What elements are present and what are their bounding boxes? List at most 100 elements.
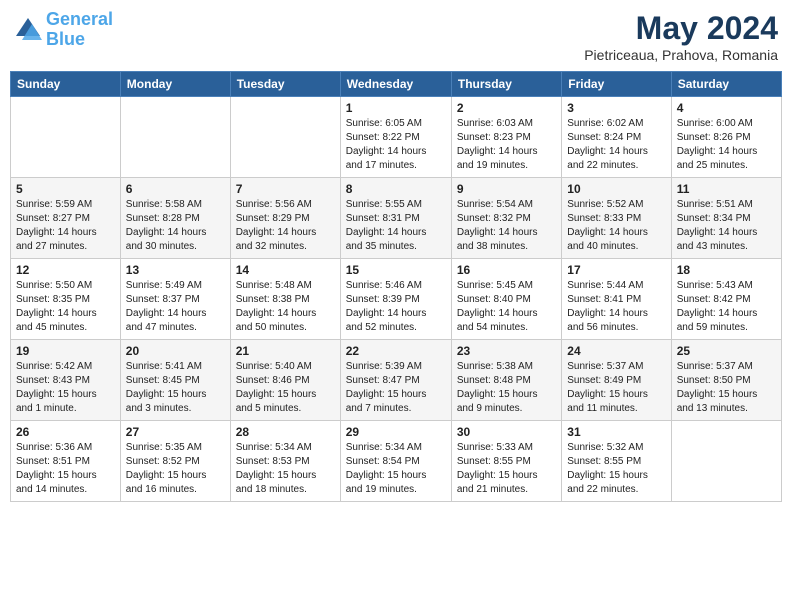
calendar-day-cell: 4Sunrise: 6:00 AM Sunset: 8:26 PM Daylig… [671, 97, 781, 178]
day-info: Sunrise: 5:45 AM Sunset: 8:40 PM Dayligh… [457, 279, 556, 335]
day-number: 14 [236, 263, 335, 277]
day-info: Sunrise: 5:40 AM Sunset: 8:46 PM Dayligh… [236, 360, 335, 416]
day-info: Sunrise: 5:43 AM Sunset: 8:42 PM Dayligh… [677, 279, 776, 335]
day-number: 26 [16, 425, 115, 439]
day-info: Sunrise: 5:46 AM Sunset: 8:39 PM Dayligh… [346, 279, 446, 335]
day-number: 27 [126, 425, 225, 439]
day-info: Sunrise: 5:58 AM Sunset: 8:28 PM Dayligh… [126, 198, 225, 254]
logo-text: General Blue [46, 10, 113, 50]
day-number: 29 [346, 425, 446, 439]
calendar-day-cell: 14 Sunrise: 5:48 AM Sunset: 8:38 PM Dayli… [230, 259, 340, 340]
day-info: Sunrise: 5:37 AM Sunset: 8:50 PM Dayligh… [677, 360, 776, 416]
day-number: 21 [236, 344, 335, 358]
logo-icon [14, 16, 42, 44]
calendar-day-cell: 11 Sunrise: 5:51 AM Sunset: 8:34 PM Dayli… [671, 178, 781, 259]
calendar-day-cell: 28 Sunrise: 5:34 AM Sunset: 8:53 PM Dayli… [230, 421, 340, 502]
day-info: Sunrise: 5:49 AM Sunset: 8:37 PM Dayligh… [126, 279, 225, 335]
logo: General Blue [14, 10, 113, 50]
day-number: 20 [126, 344, 225, 358]
calendar-week-3: 12Sunrise: 5:50 AM Sunset: 8:35 PM Dayli… [11, 259, 782, 340]
day-info: Sunrise: 5:48 AM Sunset: 8:38 PM Dayligh… [236, 279, 335, 335]
day-info: Sunrise: 5:50 AM Sunset: 8:35 PM Dayligh… [16, 279, 115, 335]
day-number: 30 [457, 425, 556, 439]
day-number: 6 [126, 182, 225, 196]
day-number: 22 [346, 344, 446, 358]
day-info: Sunrise: 5:42 AM Sunset: 8:43 PM Dayligh… [16, 360, 115, 416]
day-info: Sunrise: 5:59 AM Sunset: 8:27 PM Dayligh… [16, 198, 115, 254]
calendar-day-cell: 20 Sunrise: 5:41 AM Sunset: 8:45 PM Dayli… [120, 340, 230, 421]
day-number: 3 [567, 101, 665, 115]
day-number: 9 [457, 182, 556, 196]
day-number: 8 [346, 182, 446, 196]
calendar-body: 1 Sunrise: 6:05 AM Sunset: 8:22 PM Daylig… [11, 97, 782, 502]
weekday-header-sunday: Sunday [11, 72, 121, 97]
weekday-header-saturday: Saturday [671, 72, 781, 97]
calendar-day-cell: 5 Sunrise: 5:59 AM Sunset: 8:27 PM Daylig… [11, 178, 121, 259]
day-number: 25 [677, 344, 776, 358]
calendar-day-cell: 8 Sunrise: 5:55 AM Sunset: 8:31 PM Daylig… [340, 178, 451, 259]
day-info: Sunrise: 5:33 AM Sunset: 8:55 PM Dayligh… [457, 441, 556, 497]
calendar-day-cell: 7Sunrise: 5:56 AM Sunset: 8:29 PM Daylig… [230, 178, 340, 259]
calendar-day-cell: 24 Sunrise: 5:37 AM Sunset: 8:49 PM Dayli… [562, 340, 671, 421]
calendar-day-cell: 3 Sunrise: 6:02 AM Sunset: 8:24 PM Daylig… [562, 97, 671, 178]
weekday-header-tuesday: Tuesday [230, 72, 340, 97]
calendar-week-5: 26 Sunrise: 5:36 AM Sunset: 8:51 PM Dayli… [11, 421, 782, 502]
month-title: May 2024 [584, 10, 778, 47]
day-info: Sunrise: 6:05 AM Sunset: 8:22 PM Dayligh… [346, 117, 446, 173]
calendar-day-cell: 31Sunrise: 5:32 AM Sunset: 8:55 PM Dayli… [562, 421, 671, 502]
calendar-day-cell: 1 Sunrise: 6:05 AM Sunset: 8:22 PM Daylig… [340, 97, 451, 178]
day-info: Sunrise: 5:41 AM Sunset: 8:45 PM Dayligh… [126, 360, 225, 416]
day-info: Sunrise: 6:02 AM Sunset: 8:24 PM Dayligh… [567, 117, 665, 173]
day-number: 11 [677, 182, 776, 196]
day-number: 5 [16, 182, 115, 196]
day-info: Sunrise: 6:03 AM Sunset: 8:23 PM Dayligh… [457, 117, 556, 173]
calendar-table: SundayMondayTuesdayWednesdayThursdayFrid… [10, 71, 782, 502]
day-info: Sunrise: 5:39 AM Sunset: 8:47 PM Dayligh… [346, 360, 446, 416]
day-info: Sunrise: 5:36 AM Sunset: 8:51 PM Dayligh… [16, 441, 115, 497]
calendar-week-2: 5 Sunrise: 5:59 AM Sunset: 8:27 PM Daylig… [11, 178, 782, 259]
day-number: 28 [236, 425, 335, 439]
day-info: Sunrise: 5:38 AM Sunset: 8:48 PM Dayligh… [457, 360, 556, 416]
calendar-day-cell: 9 Sunrise: 5:54 AM Sunset: 8:32 PM Daylig… [451, 178, 561, 259]
day-info: Sunrise: 5:35 AM Sunset: 8:52 PM Dayligh… [126, 441, 225, 497]
calendar-day-cell: 21 Sunrise: 5:40 AM Sunset: 8:46 PM Dayli… [230, 340, 340, 421]
calendar-day-cell: 6 Sunrise: 5:58 AM Sunset: 8:28 PM Daylig… [120, 178, 230, 259]
calendar-day-cell [120, 97, 230, 178]
day-number: 19 [16, 344, 115, 358]
day-number: 18 [677, 263, 776, 277]
calendar-day-cell: 10Sunrise: 5:52 AM Sunset: 8:33 PM Dayli… [562, 178, 671, 259]
weekday-header-wednesday: Wednesday [340, 72, 451, 97]
day-info: Sunrise: 5:44 AM Sunset: 8:41 PM Dayligh… [567, 279, 665, 335]
calendar-day-cell: 27 Sunrise: 5:35 AM Sunset: 8:52 PM Dayli… [120, 421, 230, 502]
calendar-day-cell: 26 Sunrise: 5:36 AM Sunset: 8:51 PM Dayli… [11, 421, 121, 502]
calendar-day-cell: 2 Sunrise: 6:03 AM Sunset: 8:23 PM Daylig… [451, 97, 561, 178]
calendar-day-cell: 17 Sunrise: 5:44 AM Sunset: 8:41 PM Dayli… [562, 259, 671, 340]
weekday-header-monday: Monday [120, 72, 230, 97]
calendar-day-cell: 29 Sunrise: 5:34 AM Sunset: 8:54 PM Dayli… [340, 421, 451, 502]
day-number: 1 [346, 101, 446, 115]
day-number: 17 [567, 263, 665, 277]
day-info: Sunrise: 5:54 AM Sunset: 8:32 PM Dayligh… [457, 198, 556, 254]
day-number: 13 [126, 263, 225, 277]
calendar-day-cell [671, 421, 781, 502]
calendar-day-cell: 22 Sunrise: 5:39 AM Sunset: 8:47 PM Dayli… [340, 340, 451, 421]
day-info: Sunrise: 5:34 AM Sunset: 8:54 PM Dayligh… [346, 441, 446, 497]
day-info: Sunrise: 5:51 AM Sunset: 8:34 PM Dayligh… [677, 198, 776, 254]
day-number: 24 [567, 344, 665, 358]
day-number: 2 [457, 101, 556, 115]
calendar-day-cell: 23Sunrise: 5:38 AM Sunset: 8:48 PM Dayli… [451, 340, 561, 421]
calendar-day-cell: 30 Sunrise: 5:33 AM Sunset: 8:55 PM Dayli… [451, 421, 561, 502]
day-info: Sunrise: 5:55 AM Sunset: 8:31 PM Dayligh… [346, 198, 446, 254]
calendar-header-row: SundayMondayTuesdayWednesdayThursdayFrid… [11, 72, 782, 97]
weekday-header-thursday: Thursday [451, 72, 561, 97]
calendar-day-cell: 19 Sunrise: 5:42 AM Sunset: 8:43 PM Dayli… [11, 340, 121, 421]
day-info: Sunrise: 5:37 AM Sunset: 8:49 PM Dayligh… [567, 360, 665, 416]
calendar-day-cell: 25 Sunrise: 5:37 AM Sunset: 8:50 PM Dayli… [671, 340, 781, 421]
day-number: 4 [677, 101, 776, 115]
day-info: Sunrise: 5:34 AM Sunset: 8:53 PM Dayligh… [236, 441, 335, 497]
day-info: Sunrise: 5:32 AM Sunset: 8:55 PM Dayligh… [567, 441, 665, 497]
calendar-week-1: 1 Sunrise: 6:05 AM Sunset: 8:22 PM Daylig… [11, 97, 782, 178]
day-number: 15 [346, 263, 446, 277]
day-info: Sunrise: 5:56 AM Sunset: 8:29 PM Dayligh… [236, 198, 335, 254]
title-block: May 2024 Pietriceaua, Prahova, Romania [584, 10, 778, 63]
